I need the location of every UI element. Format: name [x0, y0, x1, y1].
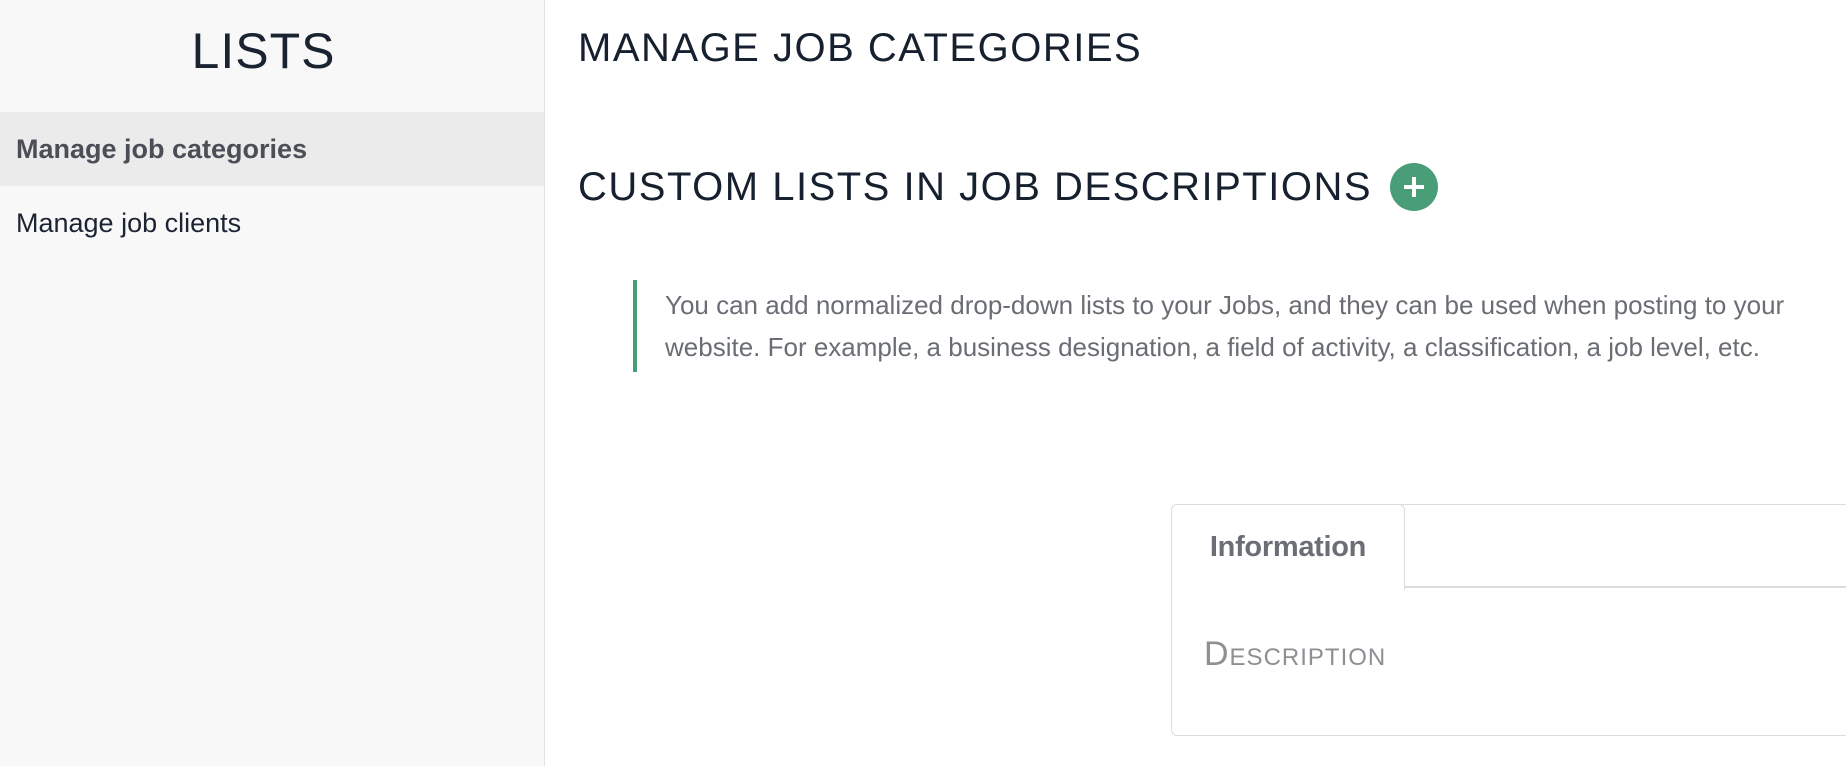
sidebar: LISTS Manage job categories Manage job c… [0, 0, 545, 766]
list-panel: Information Description [1171, 504, 1846, 736]
section-title: CUSTOM LISTS IN JOB DESCRIPTIONS [578, 164, 1373, 209]
sidebar-item-manage-job-categories[interactable]: Manage job categories [0, 112, 544, 186]
description-field-label: Description [1204, 635, 1387, 673]
sidebar-title: LISTS [191, 23, 336, 79]
sidebar-item-manage-job-clients[interactable]: Manage job clients [0, 186, 544, 260]
main-content: MANAGE JOB CATEGORIES CUSTOM LISTS IN JO… [545, 0, 1846, 766]
section-heading: CUSTOM LISTS IN JOB DESCRIPTIONS [578, 163, 1439, 211]
info-blockquote: You can add normalized drop-down lists t… [633, 280, 1813, 372]
tab-information[interactable]: Information [1171, 504, 1405, 590]
page-title: MANAGE JOB CATEGORIES [578, 26, 1143, 70]
add-list-button[interactable] [1390, 163, 1439, 211]
plus-icon [1404, 177, 1425, 197]
